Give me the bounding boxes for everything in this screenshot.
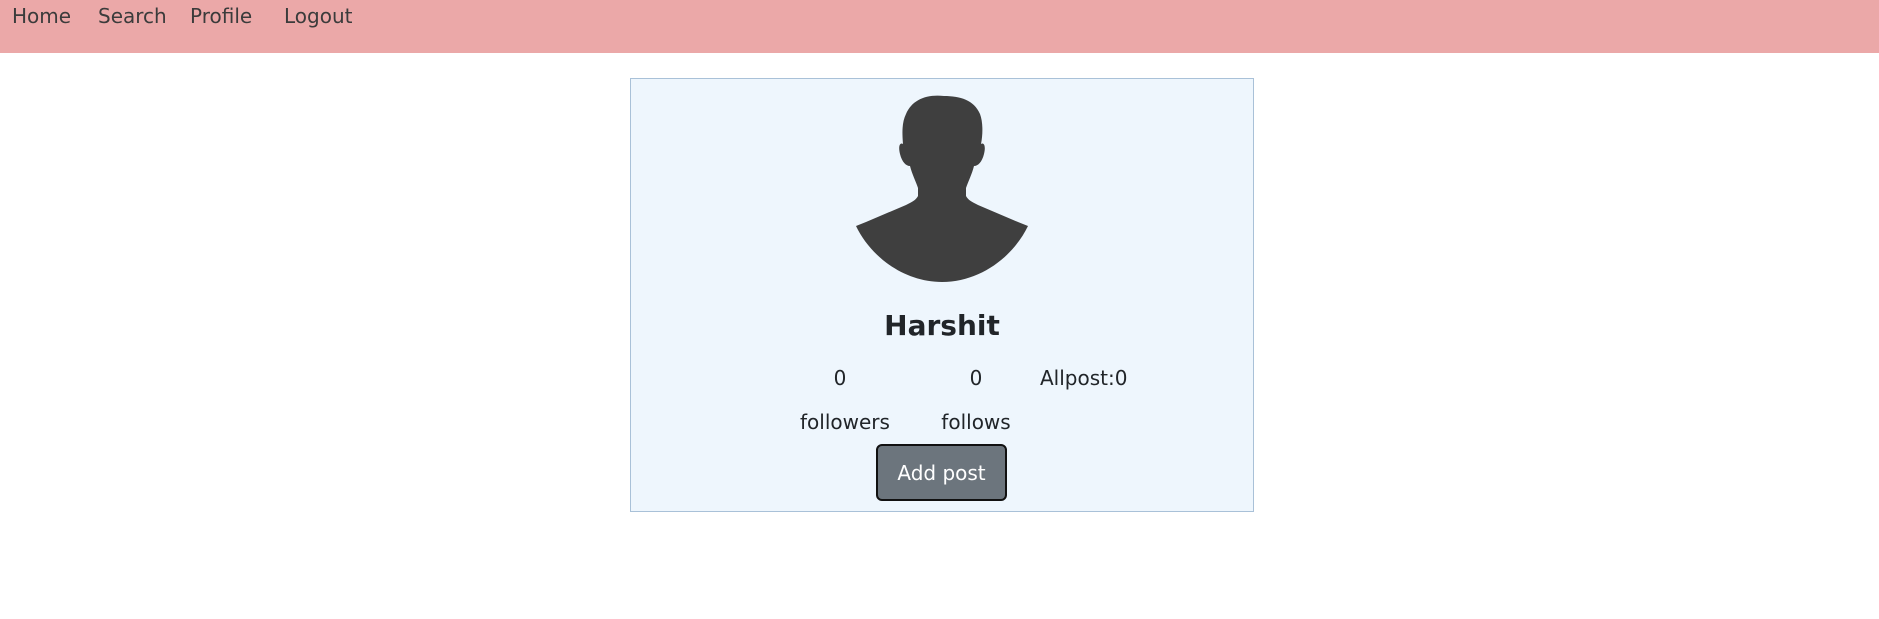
nav-search-link[interactable]: Search <box>98 4 167 28</box>
followers-count: 0 <box>833 366 847 390</box>
allpost-count: Allpost:0 <box>1040 366 1128 390</box>
follows-label: follows <box>941 410 1011 434</box>
user-silhouette-icon <box>856 95 1028 282</box>
top-navbar: Home Search Profile Logout <box>0 0 1879 53</box>
nav-profile-link[interactable]: Profile <box>190 4 252 28</box>
nav-home-link[interactable]: Home <box>12 4 71 28</box>
followers-label: followers <box>800 410 890 434</box>
profile-username: Harshit <box>884 309 1000 342</box>
follows-count: 0 <box>969 366 983 390</box>
add-post-button[interactable]: Add post <box>876 444 1007 501</box>
nav-logout-link[interactable]: Logout <box>284 4 352 28</box>
